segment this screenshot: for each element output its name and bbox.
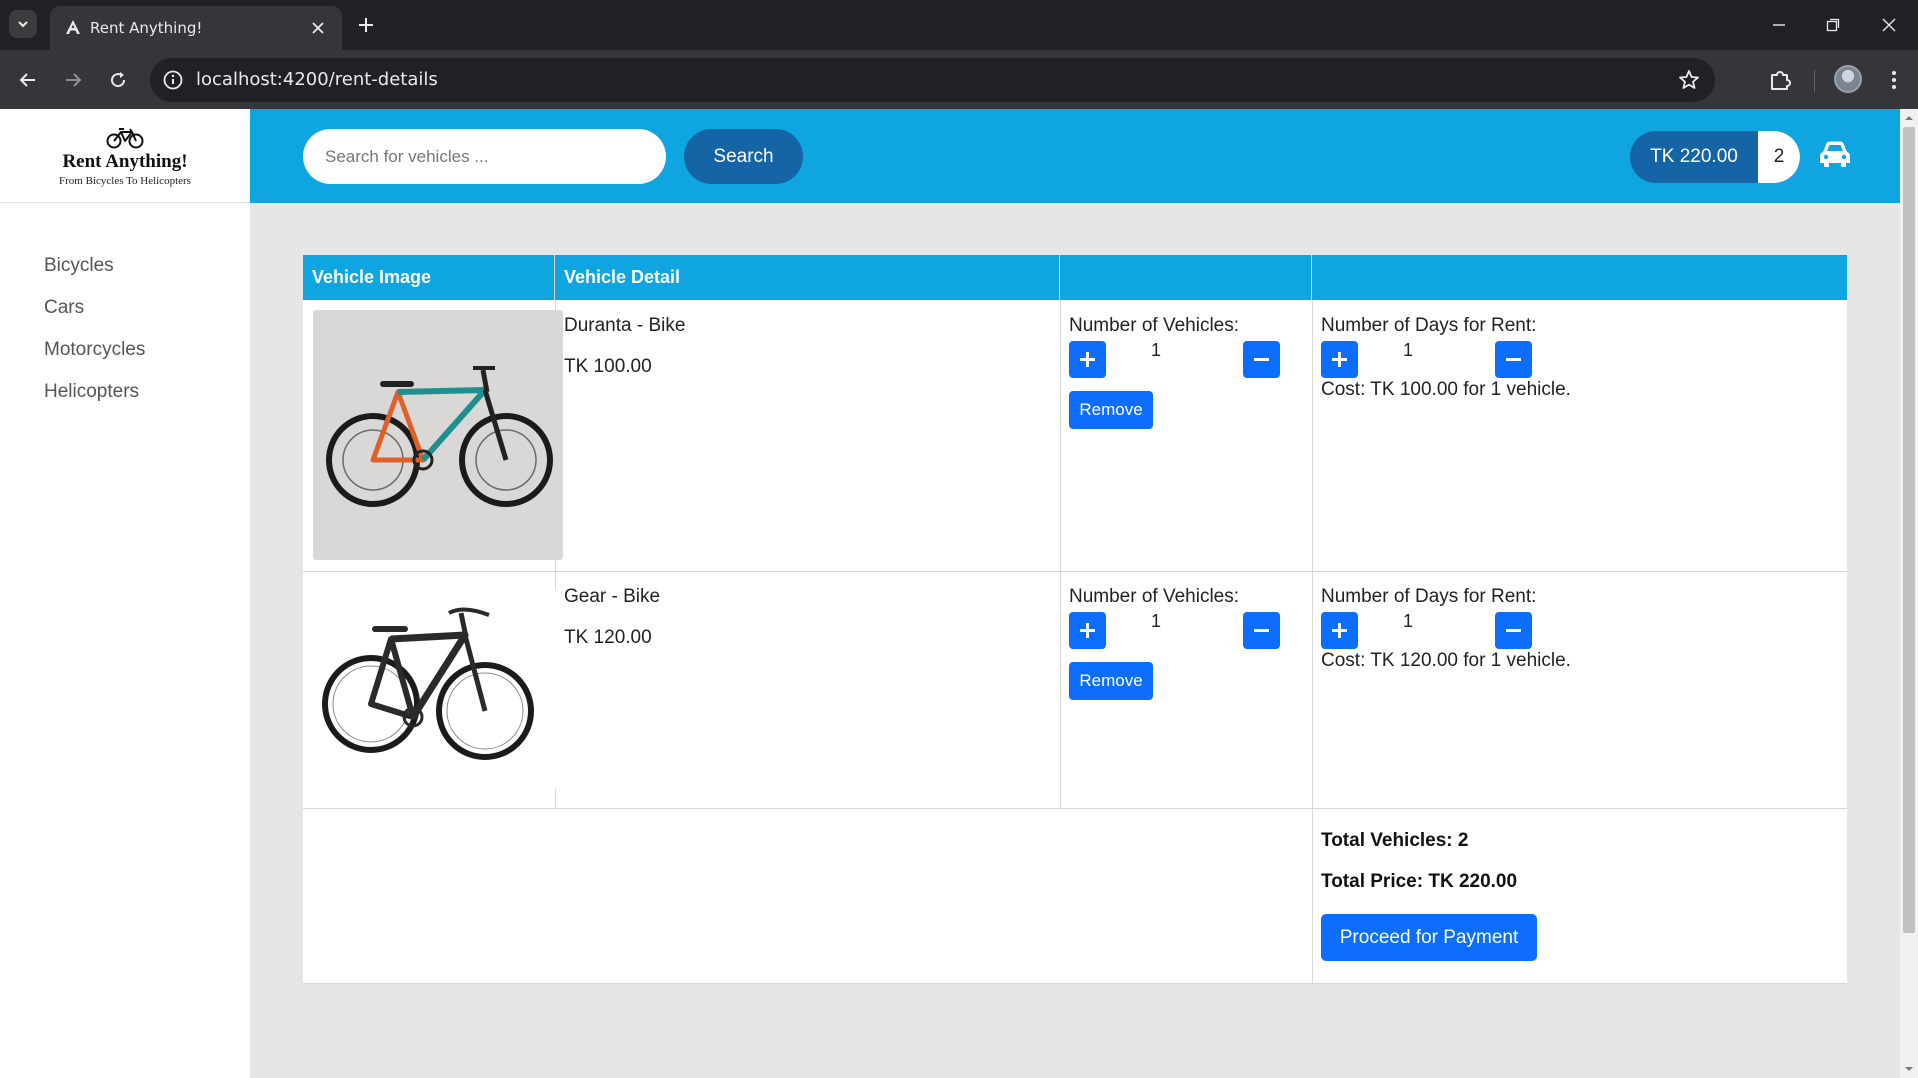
car-icon[interactable]: [1818, 139, 1852, 169]
angular-favicon-icon: [66, 20, 80, 34]
plus-icon: [1332, 352, 1347, 367]
scroll-up-arrow-icon[interactable]: [1904, 113, 1914, 123]
minus-icon: [1506, 358, 1521, 361]
decrease-days-button[interactable]: [1495, 612, 1532, 649]
row-divider: [303, 808, 1847, 809]
rent-details-table: Vehicle Image Vehicle Detail Duranta - B…: [303, 255, 1847, 984]
rent-days-label: Number of Days for Rent:: [1321, 586, 1537, 607]
back-arrow-icon[interactable]: [14, 66, 42, 94]
tab-search-chevron-icon[interactable]: [9, 10, 37, 38]
column-header-vehicle-detail: Vehicle Detail: [555, 255, 1060, 300]
vehicle-name: Duranta - Bike: [564, 315, 686, 336]
remove-button[interactable]: Remove: [1069, 662, 1153, 700]
vehicles-count-value: 1: [1150, 611, 1161, 631]
vehicle-price: TK 120.00: [564, 627, 652, 648]
rent-days-label: Number of Days for Rent:: [1321, 315, 1537, 336]
chrome-menu-icon[interactable]: [1880, 66, 1908, 94]
reload-icon[interactable]: [104, 66, 132, 94]
toolbar-divider: [1814, 70, 1815, 92]
minus-icon: [1254, 629, 1269, 632]
plus-icon: [1080, 623, 1095, 638]
total-vehicles: Total Vehicles: 2: [1321, 830, 1469, 851]
restore-icon[interactable]: [1820, 12, 1846, 38]
tab-title: Rent Anything!: [90, 19, 203, 37]
decrease-vehicles-button[interactable]: [1243, 612, 1280, 649]
row-cost: Cost: TK 100.00 for 1 vehicle.: [1321, 379, 1571, 400]
decrease-vehicles-button[interactable]: [1243, 341, 1280, 378]
sidebar-item-cars[interactable]: Cars: [44, 297, 145, 339]
extensions-puzzle-icon[interactable]: [1766, 66, 1794, 94]
new-tab-plus-icon[interactable]: [354, 13, 378, 37]
bicycle-logo-icon: [106, 128, 144, 149]
vehicles-count-value: 1: [1150, 340, 1161, 360]
grid-line: [1312, 300, 1313, 984]
vehicle-name: Gear - Bike: [564, 586, 661, 607]
sidebar: Rent Anything! From Bicycles To Helicopt…: [0, 109, 250, 1078]
vehicles-count-label: Number of Vehicles:: [1069, 586, 1240, 607]
scroll-down-arrow-icon[interactable]: [1904, 1064, 1914, 1074]
search-input[interactable]: [303, 129, 666, 184]
increase-vehicles-button[interactable]: [1069, 341, 1106, 378]
cart-total: TK 220.00: [1650, 146, 1738, 167]
minus-icon: [1506, 629, 1521, 632]
total-price: Total Price: TK 220.00: [1321, 871, 1518, 892]
plus-icon: [1332, 623, 1347, 638]
forward-arrow-icon[interactable]: [59, 66, 87, 94]
page-viewport: Rent Anything! From Bicycles To Helicopt…: [0, 109, 1918, 1078]
column-header-quantity: [1060, 255, 1312, 300]
header-bar: Search TK 220.00 2: [250, 109, 1900, 203]
tab-close-icon[interactable]: [308, 18, 328, 38]
brand-logo[interactable]: Rent Anything! From Bicycles To Helicopt…: [0, 109, 250, 203]
cart-summary-button[interactable]: TK 220.00 2: [1630, 131, 1800, 183]
sidebar-item-helicopters[interactable]: Helicopters: [44, 381, 145, 423]
column-header-vehicle-image: Vehicle Image: [303, 255, 555, 300]
profile-avatar[interactable]: [1834, 65, 1862, 93]
vehicle-price: TK 100.00: [564, 356, 652, 377]
page-scrollbar[interactable]: [1900, 109, 1918, 1078]
brand-title: Rent Anything!: [62, 151, 188, 172]
scrollbar-thumb[interactable]: [1903, 127, 1915, 933]
increase-days-button[interactable]: [1321, 612, 1358, 649]
sidebar-item-motorcycles[interactable]: Motorcycles: [44, 339, 145, 381]
table-header: Vehicle Image Vehicle Detail: [303, 255, 1847, 300]
remove-button[interactable]: Remove: [1069, 391, 1153, 429]
decrease-days-button[interactable]: [1495, 341, 1532, 378]
row-divider: [303, 571, 1847, 572]
row-divider: [303, 983, 1847, 984]
grid-line: [1060, 300, 1061, 808]
increase-vehicles-button[interactable]: [1069, 612, 1106, 649]
vehicles-count-label: Number of Vehicles:: [1069, 315, 1240, 336]
increase-days-button[interactable]: [1321, 341, 1358, 378]
bookmark-star-icon[interactable]: [1677, 68, 1701, 92]
rent-days-value: 1: [1402, 340, 1413, 360]
browser-tab-active[interactable]: Rent Anything!: [50, 6, 342, 50]
browser-tab-strip: Rent Anything!: [0, 0, 1918, 50]
plus-icon: [1080, 352, 1095, 367]
cart-count-badge: 2: [1758, 131, 1800, 183]
search-button[interactable]: Search: [684, 129, 803, 184]
bicycle-photo-duranta: [313, 310, 563, 560]
column-header-days: [1312, 255, 1847, 300]
sidebar-item-bicycles[interactable]: Bicycles: [44, 255, 145, 297]
proceed-payment-button[interactable]: Proceed for Payment: [1321, 914, 1537, 961]
address-bar[interactable]: localhost:4200/rent-details: [150, 58, 1715, 102]
row-cost: Cost: TK 120.00 for 1 vehicle.: [1321, 650, 1571, 671]
rent-days-value: 1: [1402, 611, 1413, 631]
brand-tagline: From Bicycles To Helicopters: [59, 175, 191, 187]
browser-toolbar: localhost:4200/rent-details: [0, 50, 1918, 109]
bicycle-photo-gear: [313, 589, 563, 789]
minus-icon: [1254, 358, 1269, 361]
site-info-icon[interactable]: [162, 69, 184, 91]
url-text[interactable]: localhost:4200/rent-details: [196, 69, 438, 90]
category-nav: Bicycles Cars Motorcycles Helicopters: [44, 255, 145, 423]
minimize-icon[interactable]: [1766, 12, 1792, 38]
close-window-icon[interactable]: [1876, 12, 1902, 38]
